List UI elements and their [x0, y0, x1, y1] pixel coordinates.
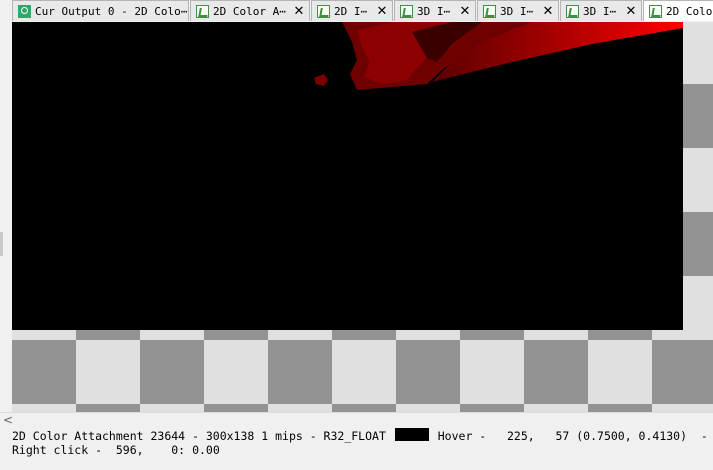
- tab-2d-color-attachment[interactable]: 2D Color A⋯ ✕: [190, 0, 310, 21]
- pixel-color-swatch: [394, 428, 429, 441]
- tab-2d-color-active[interactable]: 2D Colo: [643, 0, 713, 21]
- texture-tab-icon: [317, 4, 330, 18]
- tab-label: 3D I⋯: [417, 4, 451, 18]
- tab-label: 3D I⋯: [583, 4, 617, 18]
- texture-tab-icon: [649, 4, 662, 18]
- tab-label: 2D Color A⋯: [213, 4, 286, 18]
- output-icon: [18, 4, 31, 18]
- tab-3d-image-3[interactable]: 3D I⋯ ✕: [560, 0, 642, 21]
- tab-label: 2D Colo: [666, 4, 713, 18]
- close-icon[interactable]: ✕: [624, 4, 638, 19]
- status-line-right-click: Right click - 596, 0: 0.00: [12, 443, 220, 457]
- close-icon[interactable]: ✕: [375, 4, 389, 19]
- small-red-fragment: [314, 74, 328, 86]
- hover-uv: (0.7500, 0.4130): [576, 429, 688, 443]
- hover-suffix: -: [700, 429, 708, 443]
- tab-3d-image-2[interactable]: 3D I⋯ ✕: [477, 0, 559, 21]
- tab-3d-image-1[interactable]: 3D I⋯ ✕: [394, 0, 476, 21]
- status-area: 2D Color Attachment 23644 - 300x138 1 mi…: [0, 427, 713, 470]
- texture-viewport[interactable]: [0, 22, 713, 412]
- tab-label: 2D I⋯: [334, 4, 368, 18]
- texture-tab-icon: [483, 4, 496, 18]
- horizontal-scrollbar[interactable]: <: [0, 412, 713, 427]
- scroll-left-arrow-icon[interactable]: <: [2, 413, 14, 427]
- viewport-left-edge: [0, 22, 12, 412]
- right-click-value: 0.00: [192, 443, 220, 457]
- texture-tab-icon: [400, 4, 413, 18]
- right-click-coords: 596, 0:: [115, 443, 186, 457]
- hover-label: Hover -: [437, 429, 487, 443]
- texture-tab-icon: [566, 4, 579, 18]
- texture-image[interactable]: [12, 22, 683, 330]
- close-icon[interactable]: ✕: [292, 4, 306, 19]
- tab-label: 3D I⋯: [500, 4, 534, 18]
- tab-current-output[interactable]: Cur Output 0 - 2D Colo⋯: [12, 0, 189, 21]
- close-icon[interactable]: ✕: [458, 4, 472, 19]
- tab-label: Cur Output 0 - 2D Colo⋯: [35, 4, 188, 18]
- status-line-texture-info: 2D Color Attachment 23644 - 300x138 1 mi…: [12, 428, 708, 443]
- right-click-label: Right click -: [12, 443, 103, 457]
- hover-coords: 225, 57: [507, 429, 570, 443]
- texture-tab-strip: Cur Output 0 - 2D Colo⋯ 2D Color A⋯ ✕ 2D…: [0, 0, 713, 23]
- close-icon[interactable]: ✕: [541, 4, 555, 19]
- rendered-texture: [314, 22, 683, 90]
- texture-info-text: 2D Color Attachment 23644 - 300x138 1 mi…: [12, 429, 386, 443]
- texture-tab-icon: [196, 4, 209, 18]
- tab-2d-image-1[interactable]: 2D I⋯ ✕: [311, 0, 393, 21]
